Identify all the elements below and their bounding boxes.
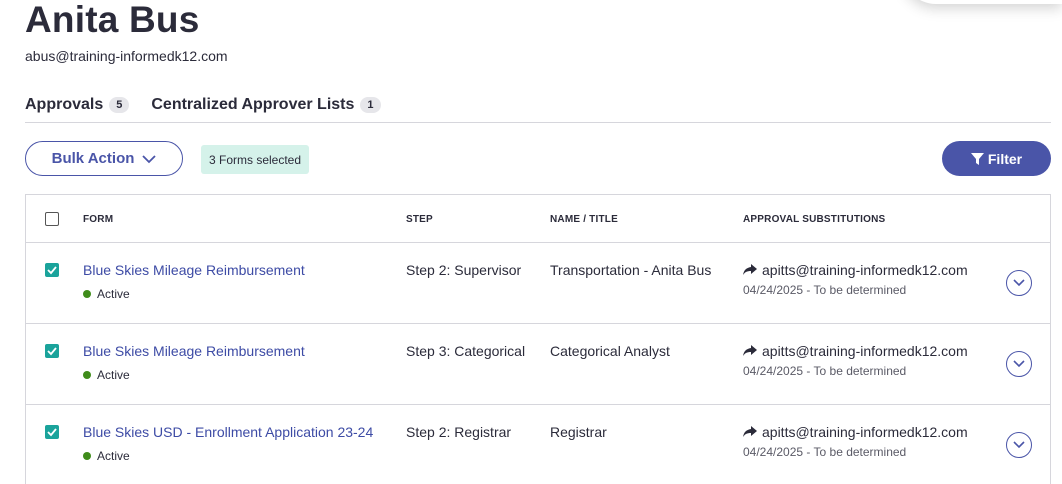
select-all-checkbox[interactable] bbox=[45, 212, 59, 226]
tab-approvals[interactable]: Approvals 5 bbox=[25, 96, 130, 122]
tab-centralized-label: Centralized Approver Lists bbox=[151, 96, 355, 113]
row-checkbox[interactable] bbox=[45, 425, 59, 439]
form-link[interactable]: Blue Skies Mileage Reimbursement bbox=[83, 343, 305, 359]
column-header-approval-substitutions: APPROVAL SUBSTITUTIONS bbox=[743, 214, 886, 225]
approvals-table: FORM STEP NAME / TITLE APPROVAL SUBSTITU… bbox=[25, 194, 1051, 484]
row-expand-button[interactable] bbox=[1006, 432, 1032, 458]
column-header-step: STEP bbox=[406, 214, 433, 225]
status-label: Active bbox=[97, 368, 130, 382]
status-dot-icon bbox=[83, 452, 91, 460]
substitution-date: 04/24/2025 - To be determined bbox=[743, 445, 907, 459]
table-row: Blue Skies USD - Enrollment Application … bbox=[26, 405, 1050, 484]
forward-arrow-icon bbox=[743, 426, 757, 437]
column-header-name-title: NAME / TITLE bbox=[550, 214, 618, 225]
name-title-cell: Categorical Analyst bbox=[550, 343, 670, 359]
form-link[interactable]: Blue Skies USD - Enrollment Application … bbox=[83, 424, 373, 440]
column-header-form: FORM bbox=[83, 214, 114, 225]
filter-button[interactable]: Filter bbox=[942, 141, 1051, 176]
tab-approvals-count: 5 bbox=[109, 97, 130, 113]
status-dot-icon bbox=[83, 371, 91, 379]
name-title-cell: Transportation - Anita Bus bbox=[550, 262, 712, 278]
bulk-action-label: Bulk Action bbox=[51, 150, 135, 167]
table-header: FORM STEP NAME / TITLE APPROVAL SUBSTITU… bbox=[26, 195, 1050, 243]
top-right-panel-edge bbox=[902, 0, 1062, 4]
filter-label: Filter bbox=[987, 150, 1023, 167]
substitution-cell: apitts@training-informedk12.com bbox=[743, 262, 968, 278]
tab-centralized-approver-lists[interactable]: Centralized Approver Lists 1 bbox=[151, 96, 381, 122]
status-label: Active bbox=[97, 449, 130, 463]
chevron-down-icon bbox=[1013, 360, 1025, 368]
checkmark-icon bbox=[47, 347, 57, 356]
bulk-action-button[interactable]: Bulk Action bbox=[25, 141, 183, 176]
user-email: abus@training-informedk12.com bbox=[25, 48, 228, 64]
step-cell: Step 2: Supervisor bbox=[406, 262, 522, 278]
substitution-cell: apitts@training-informedk12.com bbox=[743, 424, 968, 440]
checkmark-icon bbox=[47, 428, 57, 437]
substitution-date: 04/24/2025 - To be determined bbox=[743, 283, 907, 297]
table-row: Blue Skies Mileage Reimbursement Active … bbox=[26, 243, 1050, 324]
tab-approvals-label: Approvals bbox=[25, 96, 104, 113]
tab-centralized-count: 1 bbox=[360, 97, 381, 113]
forward-arrow-icon bbox=[743, 345, 757, 356]
substitution-email: apitts@training-informedk12.com bbox=[762, 262, 968, 278]
table-row: Blue Skies Mileage Reimbursement Active … bbox=[26, 324, 1050, 405]
row-expand-button[interactable] bbox=[1006, 351, 1032, 377]
substitution-date: 04/24/2025 - To be determined bbox=[743, 364, 907, 378]
status-badge: Active bbox=[83, 368, 130, 382]
step-cell: Step 3: Categorical bbox=[406, 343, 526, 359]
form-link[interactable]: Blue Skies Mileage Reimbursement bbox=[83, 262, 305, 278]
name-title-cell: Registrar bbox=[550, 424, 607, 440]
status-dot-icon bbox=[83, 290, 91, 298]
step-cell: Step 2: Registrar bbox=[406, 424, 512, 440]
row-expand-button[interactable] bbox=[1006, 270, 1032, 296]
page-title: Anita Bus bbox=[25, 0, 200, 40]
row-checkbox[interactable] bbox=[45, 263, 59, 277]
chevron-down-icon bbox=[142, 154, 157, 163]
forward-arrow-icon bbox=[743, 264, 757, 275]
substitution-cell: apitts@training-informedk12.com bbox=[743, 343, 968, 359]
substitution-email: apitts@training-informedk12.com bbox=[762, 343, 968, 359]
chevron-down-icon bbox=[1013, 441, 1025, 449]
filter-icon bbox=[970, 152, 984, 165]
status-badge: Active bbox=[83, 449, 130, 463]
status-badge: Active bbox=[83, 287, 130, 301]
status-label: Active bbox=[97, 287, 130, 301]
tab-bar: Approvals 5 Centralized Approver Lists 1 bbox=[25, 96, 1051, 123]
checkmark-icon bbox=[47, 266, 57, 275]
selected-count-badge: 3 Forms selected bbox=[201, 145, 310, 174]
substitution-email: apitts@training-informedk12.com bbox=[762, 424, 968, 440]
row-checkbox[interactable] bbox=[45, 344, 59, 358]
chevron-down-icon bbox=[1013, 279, 1025, 287]
